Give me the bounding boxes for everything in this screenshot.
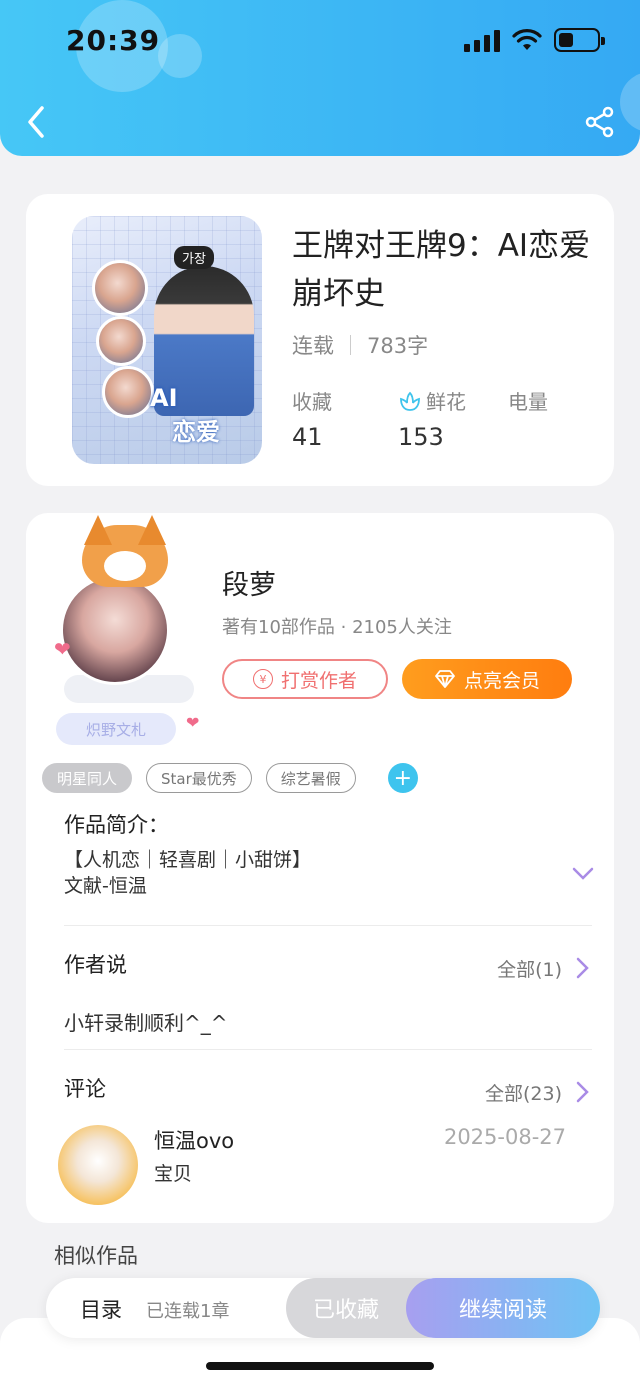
- signal-icon: [464, 28, 500, 52]
- intro-line: 文献-恒温: [64, 875, 147, 897]
- stat-label: 鲜花: [426, 390, 466, 414]
- stat-label: 电量: [508, 390, 548, 414]
- cover-photo: [92, 260, 148, 316]
- stat-flowers[interactable]: 鲜花 153: [398, 386, 466, 451]
- tag-chip[interactable]: Star最优秀: [146, 763, 252, 793]
- author-say-title: 作者说: [64, 953, 127, 977]
- stat-value: 41: [292, 423, 323, 451]
- comment-author[interactable]: 恒温ovo: [154, 1125, 234, 1155]
- serial-status: 连载: [292, 334, 334, 358]
- flower-icon: [400, 391, 420, 411]
- author-say-see-all[interactable]: 全部(1): [497, 955, 562, 982]
- chevron-right-icon[interactable]: [576, 1081, 590, 1103]
- intro-title: 作品简介：: [64, 813, 169, 837]
- author-name[interactable]: 段萝: [222, 563, 276, 602]
- cover-photo: [96, 316, 146, 366]
- battery-icon: [554, 28, 605, 52]
- wifi-icon: [512, 29, 542, 50]
- expand-chevron-icon[interactable]: [572, 867, 594, 881]
- status-time: 20:39: [66, 24, 161, 57]
- toc-button[interactable]: 目录: [80, 1294, 122, 1324]
- continue-reading-button[interactable]: 继续阅读: [406, 1278, 600, 1338]
- decor-bubble: [158, 34, 202, 78]
- heart-icon: ❤: [186, 713, 200, 732]
- tip-label: 打赏作者: [280, 669, 357, 692]
- cover-text: AI: [150, 384, 178, 412]
- author-meta: 著有10部作品 · 2105人关注: [222, 617, 452, 638]
- bottom-action-bar: 目录 已连载1章 已收藏 继续阅读: [46, 1278, 600, 1338]
- book-info-card: 가장 AI 恋爱 王牌对王牌9：AI恋爱崩坏史 连载 783字 收藏 41 鲜花…: [26, 194, 614, 486]
- intro-line: 【人机恋｜轻喜剧｜小甜饼】: [64, 849, 312, 871]
- vip-label: 点亮会员: [463, 669, 540, 692]
- decor-bubble: [620, 72, 640, 132]
- comment-date: 2025-08-27: [443, 1125, 566, 1149]
- favorited-label: 已收藏: [312, 1298, 379, 1323]
- author-card: ❤ ❤ 炽野文札 段萝 著有10部作品 · 2105人关注 ¥ 打赏作者 点亮会…: [26, 513, 614, 1223]
- tag-chip[interactable]: 明星同人: [42, 763, 133, 793]
- back-icon[interactable]: [22, 104, 52, 140]
- stat-power[interactable]: 电量: [508, 386, 548, 423]
- heart-icon: ❤: [54, 637, 71, 661]
- toc-chapter-count: 已连载1章: [146, 1301, 230, 1322]
- word-count: 783字: [367, 334, 429, 358]
- coin-icon: ¥: [252, 669, 273, 689]
- stat-value: 153: [398, 423, 444, 451]
- author-avatar-frame[interactable]: ❤ ❤ 炽野文札: [50, 515, 220, 755]
- status-icons: [464, 28, 605, 52]
- comment-text: 宝贝: [154, 1163, 193, 1185]
- book-title: 王牌对王牌9：AI恋爱崩坏史: [292, 228, 591, 312]
- comments-see-all[interactable]: 全部(23): [485, 1079, 562, 1106]
- divider: [350, 335, 351, 355]
- book-cover[interactable]: 가장 AI 恋爱: [72, 216, 262, 464]
- add-tag-icon[interactable]: +: [387, 763, 418, 793]
- avatar-badge: 炽野文札: [56, 713, 176, 745]
- similar-title: 相似作品: [54, 1244, 138, 1268]
- dog-icon: [82, 515, 168, 587]
- cover-text: 恋爱: [172, 418, 220, 446]
- book-status-row: 连载 783字: [292, 330, 428, 360]
- header-bar: 20:39: [0, 0, 640, 156]
- chevron-right-icon[interactable]: [576, 957, 590, 979]
- diamond-icon: [435, 670, 455, 688]
- stat-favorites: 收藏 41: [292, 386, 332, 451]
- comment-avatar[interactable]: [58, 1125, 138, 1205]
- divider: [64, 925, 592, 926]
- tip-author-button[interactable]: ¥ 打赏作者: [222, 659, 388, 699]
- cover-tag: 가장: [174, 246, 214, 269]
- tag-chip[interactable]: 综艺暑假: [265, 763, 356, 793]
- avatar: [60, 575, 170, 685]
- home-indicator: [206, 1362, 434, 1370]
- divider: [64, 1049, 592, 1050]
- vip-button[interactable]: 点亮会员: [402, 659, 572, 699]
- share-icon[interactable]: [584, 106, 616, 138]
- stat-label: 收藏: [292, 390, 332, 414]
- cover-photo: [102, 366, 154, 418]
- comments-title: 评论: [64, 1077, 106, 1101]
- intro-text: 【人机恋｜轻喜剧｜小甜饼】 文献-恒温: [64, 847, 311, 899]
- author-say-text: 小轩录制顺利^_^: [64, 1011, 228, 1035]
- tag-list: 明星同人 Star最优秀 综艺暑假 +: [42, 763, 418, 793]
